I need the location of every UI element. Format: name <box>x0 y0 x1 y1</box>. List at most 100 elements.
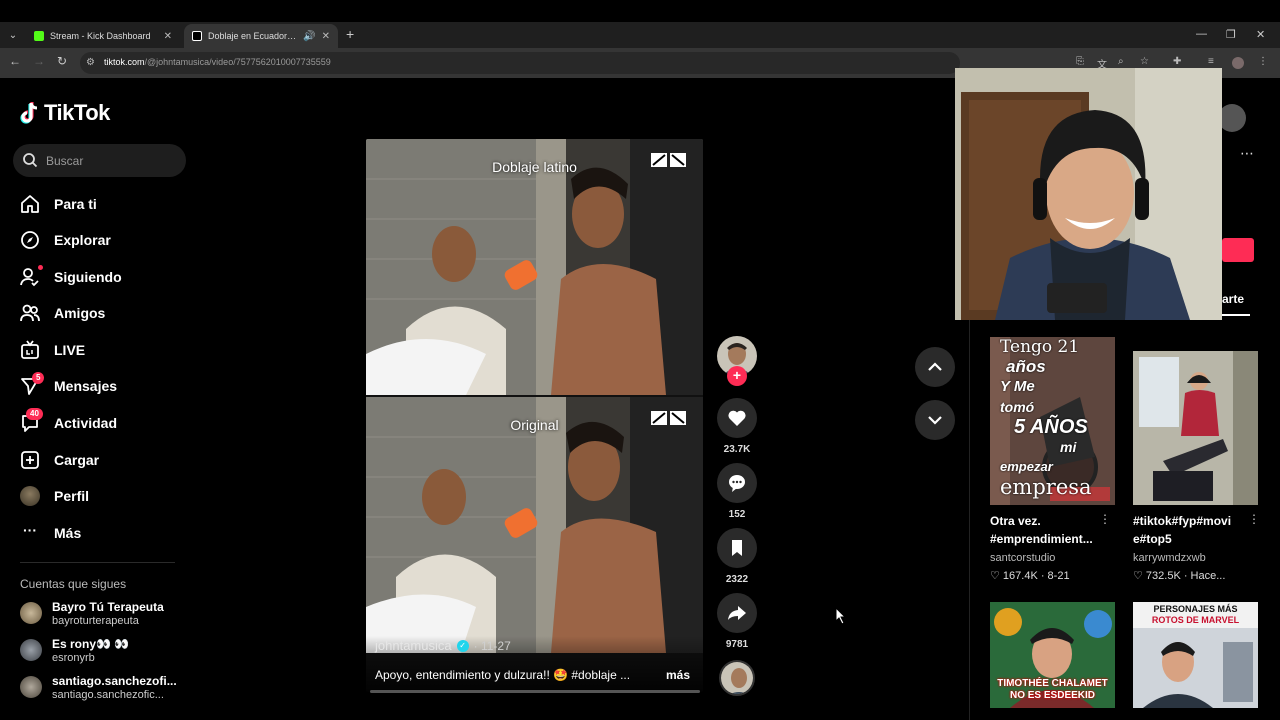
video-player[interactable]: Doblaje latino Original <box>366 139 703 692</box>
browser-tab-kick[interactable]: Stream - Kick Dashboard ✕ <box>26 24 180 48</box>
author-name[interactable]: johntamusica <box>375 638 452 653</box>
related-video-card[interactable]: TIMOTHÉE CHALAMET NO ES ESDEEKID <box>990 602 1115 708</box>
sidebar-item-label: Siguiendo <box>54 269 122 285</box>
avatar <box>20 639 42 661</box>
followed-account[interactable]: santiago.sanchezofi... santiago.sanchezo… <box>20 674 185 704</box>
thumb-line: Y Me <box>1000 378 1035 395</box>
search-icon <box>23 153 38 168</box>
heart-icon <box>728 410 746 426</box>
upload-icon <box>21 451 39 469</box>
more-options-icon[interactable]: ⋮ <box>1248 512 1260 526</box>
close-window-icon[interactable]: ✕ <box>1256 28 1265 41</box>
search-box[interactable] <box>13 144 186 177</box>
video-author[interactable]: johntamusica ✓ · 11-27 <box>375 638 511 653</box>
follow-button[interactable]: + <box>727 366 747 386</box>
restore-icon[interactable]: ❐ <box>1226 28 1236 41</box>
video-title[interactable]: Otra vez. #emprendimient... <box>990 512 1105 548</box>
video-title[interactable]: #tiktok#fyp#movi e#top5 <box>1133 512 1248 548</box>
video-author[interactable]: santcorstudio <box>990 552 1055 564</box>
account-handle: esronyrb <box>52 652 95 664</box>
account-name: Bayro Tú Terapeuta <box>52 600 164 614</box>
url-field[interactable]: ⚙ tiktok.com/@johntamusica/video/7577562… <box>80 52 960 74</box>
sidebar-item-amigos[interactable]: Amigos <box>20 299 180 327</box>
related-video-card[interactable]: Tengo 21 años Y Me tomó 5 AÑOS mi empeza… <box>990 337 1115 587</box>
audio-playing-icon[interactable]: 🔊 <box>303 31 315 42</box>
extensions-icon[interactable]: ✚ <box>1173 56 1181 67</box>
thumb-overlay-text: Tengo 21 años Y Me tomó 5 AÑOS mi empeza… <box>1000 337 1092 498</box>
following-icon <box>20 268 39 287</box>
sidebar-item-perfil[interactable]: Perfil <box>20 482 180 510</box>
date-text: 11-27 <box>480 638 511 653</box>
user-avatar[interactable] <box>1218 104 1246 132</box>
media-controls-icon[interactable]: ≡ <box>1208 56 1214 67</box>
like-button[interactable] <box>717 398 757 438</box>
related-video-card[interactable]: PERSONAJES MÁS ROTOS DE MARVEL <box>1133 602 1258 708</box>
sidebar-item-mensajes[interactable]: Mensajes 5 <box>20 372 180 400</box>
followed-account[interactable]: Bayro Tú Terapeuta bayroturterapeuta <box>20 600 185 630</box>
thumb-line: mi <box>1060 439 1077 455</box>
sidebar-item-siguiendo[interactable]: Siguiendo <box>20 263 180 291</box>
watermark-icon <box>651 153 686 167</box>
sidebar-item-cargar[interactable]: Cargar <box>20 446 180 474</box>
sidebar-item-explorar[interactable]: Explorar <box>20 226 180 254</box>
video-thumbnail[interactable]: TIMOTHÉE CHALAMET NO ES ESDEEKID <box>990 602 1115 708</box>
account-handle: santiago.sanchezofic... <box>52 689 164 701</box>
save-button[interactable] <box>717 528 757 568</box>
sidebar-item-live[interactable]: LIVE <box>20 336 180 364</box>
install-app-icon[interactable]: ⎘ <box>1076 56 1084 67</box>
activity-badge: 40 <box>26 408 43 420</box>
music-disc[interactable] <box>719 660 755 696</box>
profile-avatar-icon[interactable] <box>1232 57 1244 69</box>
share-count: 9781 <box>725 639 749 650</box>
thumb-line: 5 AÑOS <box>1014 416 1088 438</box>
video-thumbnail[interactable] <box>1133 351 1258 505</box>
forward-icon[interactable]: → <box>33 54 45 68</box>
video-author[interactable]: karrywmdzxwb <box>1133 552 1206 564</box>
sidebar-item-label: LIVE <box>54 342 86 358</box>
tab-search-button[interactable]: ⌄ <box>4 27 22 45</box>
back-icon[interactable]: ← <box>9 54 21 68</box>
site-info-icon[interactable]: ⚙ <box>86 57 95 68</box>
sidebar-item-label: Más <box>54 525 82 541</box>
tab-creator-videos[interactable]: arte <box>1222 292 1244 306</box>
thumb-line: años <box>1006 357 1046 376</box>
more-options-icon[interactable]: ⋯ <box>1240 145 1254 162</box>
more-icon: ··· <box>23 522 37 538</box>
sidebar-item-actividad[interactable]: Actividad 40 <box>20 408 180 437</box>
comment-button[interactable] <box>717 463 757 503</box>
thumb-line: empezar <box>1000 459 1053 474</box>
thumb-overlay-text: PERSONAJES MÁS ROTOS DE MARVEL <box>1133 604 1258 626</box>
new-tab-button[interactable]: + <box>346 26 354 42</box>
more-caption-link[interactable]: más <box>666 668 690 682</box>
sidebar-item-mas[interactable]: ··· Más <box>20 519 180 547</box>
video-progress-bar[interactable] <box>370 690 700 693</box>
video-thumbnail[interactable]: PERSONAJES MÁS ROTOS DE MARVEL <box>1133 602 1258 708</box>
follow-action-button[interactable] <box>1222 238 1254 262</box>
video-scene-image <box>366 397 703 653</box>
video-thumbnail[interactable]: Tengo 21 años Y Me tomó 5 AÑOS mi empeza… <box>990 337 1115 505</box>
search-input[interactable] <box>46 151 176 170</box>
minimize-icon[interactable]: — <box>1196 28 1207 40</box>
reload-icon[interactable]: ↻ <box>57 54 67 68</box>
video-frame-dubbed: Doblaje latino <box>366 139 703 395</box>
tiktok-note-icon <box>20 102 38 124</box>
previous-video-button[interactable] <box>915 347 955 387</box>
tiktok-logo[interactable]: TikTok <box>20 100 110 126</box>
close-tab-icon[interactable]: ✕ <box>164 31 172 42</box>
thumb-line: NO ES ESDEEKID <box>1009 690 1096 701</box>
zoom-icon[interactable]: ⌕ <box>1118 56 1124 67</box>
next-video-button[interactable] <box>915 400 955 440</box>
live-icon <box>21 340 39 359</box>
like-count: 23.7K <box>723 444 751 455</box>
bookmark-star-icon[interactable]: ☆ <box>1140 56 1149 67</box>
share-button[interactable] <box>717 593 757 633</box>
close-tab-icon[interactable]: ✕ <box>322 31 330 42</box>
browser-tab-tiktok[interactable]: Doblaje en Ecuador: Humor 🔊 ✕ <box>184 24 338 48</box>
browser-menu-icon[interactable]: ⋮ <box>1258 56 1268 67</box>
account-handle: bayroturterapeuta <box>52 615 139 627</box>
followed-account[interactable]: Es rony👀 👀 esronyrb <box>20 637 185 667</box>
more-options-icon[interactable]: ⋮ <box>1099 512 1111 526</box>
sidebar-item-para-ti[interactable]: Para ti <box>20 190 180 218</box>
related-video-card[interactable]: #tiktok#fyp#movi e#top5 ⋮ karrywmdzxwb ♡… <box>1133 351 1260 587</box>
thumbnail-image <box>1133 351 1258 505</box>
